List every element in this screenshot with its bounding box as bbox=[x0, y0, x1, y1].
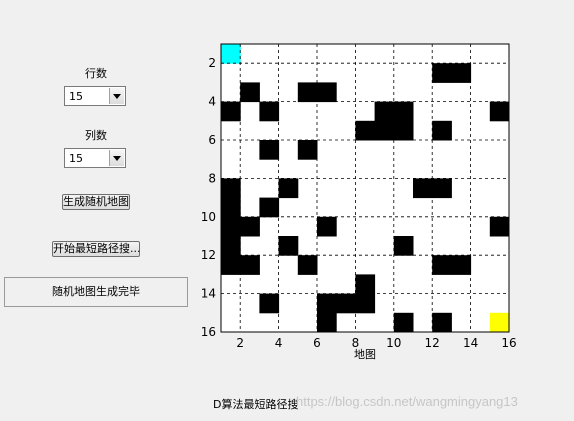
y-tick-label: 2 bbox=[208, 56, 216, 70]
obstacle-cell bbox=[451, 255, 472, 275]
obstacle-cell bbox=[221, 178, 241, 199]
obstacle-cell bbox=[432, 312, 452, 333]
obstacle-cell bbox=[374, 101, 395, 122]
obstacle-cell bbox=[374, 120, 395, 141]
obstacle-cell bbox=[221, 255, 241, 275]
x-tick-label: 10 bbox=[386, 336, 401, 350]
obstacle-cell bbox=[355, 120, 376, 141]
obstacle-cell bbox=[432, 63, 452, 83]
obstacle-cell bbox=[355, 293, 376, 314]
obstacle-cell bbox=[259, 293, 280, 314]
obstacle-cell bbox=[317, 216, 337, 237]
obstacle-cell bbox=[259, 197, 280, 218]
obstacle-cell bbox=[278, 178, 299, 199]
obstacle-cell bbox=[336, 293, 356, 314]
map-plot: 224466881010121214141616 地图 bbox=[201, 43, 517, 361]
obstacle-cell bbox=[278, 236, 299, 256]
x-tick-label: 16 bbox=[501, 336, 516, 350]
y-tick-label: 10 bbox=[201, 210, 216, 224]
obstacle-cell bbox=[451, 63, 472, 83]
obstacle-cell bbox=[393, 101, 414, 122]
goal-cell bbox=[489, 312, 510, 333]
obstacle-cell bbox=[240, 255, 260, 275]
obstacle-cell bbox=[355, 274, 376, 295]
obstacle-cell bbox=[297, 82, 318, 103]
obstacle-cell bbox=[221, 236, 241, 256]
x-tick-label: 4 bbox=[275, 336, 283, 350]
bottom-label: D算法最短路径搜 bbox=[213, 398, 299, 411]
x-tick-label: 2 bbox=[236, 336, 244, 350]
obstacle-cell bbox=[393, 120, 414, 141]
watermark: https://blog.csdn.net/wangmingyang13 bbox=[296, 394, 518, 409]
obstacle-cell bbox=[489, 216, 510, 237]
y-tick-label: 6 bbox=[208, 133, 216, 147]
obstacle-cell bbox=[221, 101, 241, 122]
obstacle-cell bbox=[259, 101, 280, 122]
obstacle-cell bbox=[393, 312, 414, 333]
obstacle-cell bbox=[432, 120, 452, 141]
y-tick-label: 12 bbox=[201, 248, 216, 262]
y-tick-label: 14 bbox=[201, 287, 216, 301]
y-tick-label: 4 bbox=[208, 95, 216, 109]
obstacle-cell bbox=[413, 178, 433, 199]
obstacle-cell bbox=[489, 101, 510, 122]
obstacle-cell bbox=[317, 82, 337, 103]
start-cell bbox=[221, 44, 241, 64]
x-tick-label: 12 bbox=[425, 336, 440, 350]
y-tick-label: 8 bbox=[208, 171, 216, 185]
y-tick-label: 16 bbox=[201, 325, 216, 339]
obstacle-cell bbox=[432, 255, 452, 275]
obstacle-cell bbox=[240, 82, 260, 103]
obstacle-cell bbox=[317, 312, 337, 333]
obstacle-cell bbox=[432, 178, 452, 199]
obstacle-cell bbox=[259, 140, 280, 160]
x-tick-label: 6 bbox=[313, 336, 321, 350]
obstacle-cell bbox=[221, 216, 241, 237]
obstacle-cell bbox=[297, 140, 318, 160]
obstacle-cell bbox=[221, 197, 241, 218]
x-axis-label: 地图 bbox=[354, 348, 376, 361]
x-tick-label: 14 bbox=[463, 336, 478, 350]
obstacle-cell bbox=[317, 293, 337, 314]
obstacle-cell bbox=[393, 236, 414, 256]
obstacle-cell bbox=[297, 255, 318, 275]
obstacle-cell bbox=[240, 216, 260, 237]
